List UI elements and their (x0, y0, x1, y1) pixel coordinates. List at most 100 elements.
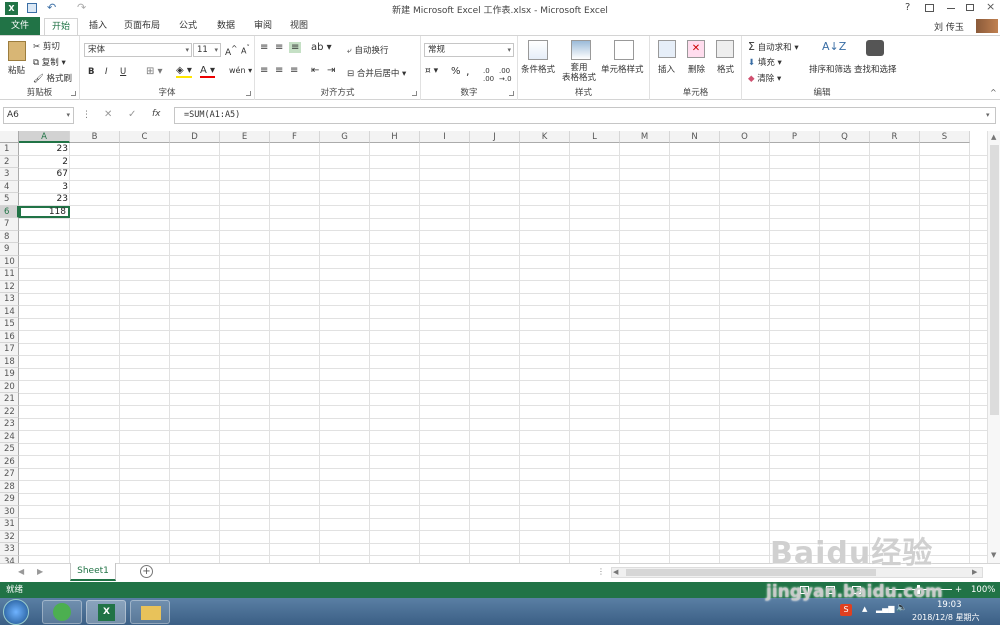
column-header[interactable]: D (170, 131, 220, 143)
font-color-icon[interactable]: A ▾ (200, 65, 216, 78)
column-header[interactable]: M (620, 131, 670, 143)
more-icon[interactable]: ⋮ (82, 110, 91, 120)
row-header[interactable]: 7 (0, 218, 19, 231)
insert-function-icon[interactable]: fx (152, 109, 161, 119)
row-header[interactable]: 14 (0, 305, 19, 318)
add-sheet-button[interactable]: + (140, 565, 153, 578)
column-header[interactable]: J (470, 131, 520, 143)
format-table-icon[interactable] (571, 40, 591, 60)
tab-page-layout[interactable]: 页面布局 (122, 19, 162, 35)
cell-a2[interactable]: 2 (19, 156, 70, 169)
tab-view[interactable]: 视图 (286, 19, 312, 35)
comma-button[interactable]: , (466, 65, 470, 78)
tab-split-icon[interactable]: ⋮ (597, 567, 605, 576)
find-select-button[interactable]: 查找和选择 (854, 63, 897, 75)
orientation-icon[interactable]: ab ▾ (311, 42, 332, 53)
column-header[interactable]: A (19, 131, 70, 143)
enter-icon[interactable]: ✓ (128, 109, 136, 120)
taskbar-explorer-icon[interactable] (130, 600, 170, 624)
row-header[interactable]: 2 (0, 155, 19, 168)
row-header[interactable]: 9 (0, 243, 19, 256)
row-header[interactable]: 25 (0, 443, 19, 456)
row-header[interactable]: 26 (0, 455, 19, 468)
row-header[interactable]: 29 (0, 493, 19, 506)
cell-a1[interactable]: 23 (19, 143, 70, 156)
italic-button[interactable]: I (105, 67, 108, 77)
conditional-format-icon[interactable] (528, 40, 548, 60)
paste-icon[interactable] (8, 41, 26, 61)
decrease-decimal-icon[interactable]: .00 →.0 (499, 67, 512, 83)
zoom-level[interactable]: 100% (971, 582, 995, 598)
clock-date[interactable]: 2018/12/8 星期六 (912, 612, 980, 623)
collapse-ribbon-icon[interactable]: ^ (990, 88, 997, 97)
chevron-down-icon[interactable]: ▾ (66, 108, 70, 123)
row-header[interactable]: 24 (0, 430, 19, 443)
row-header[interactable]: 11 (0, 268, 19, 281)
format-painter-button[interactable]: 🖌 格式刷 (33, 72, 72, 84)
tray-expand-icon[interactable]: ▲ (862, 605, 867, 613)
row-header[interactable]: 22 (0, 405, 19, 418)
row-header[interactable]: 18 (0, 355, 19, 368)
merge-center-button[interactable]: ⊟ 合并后居中 ▾ (347, 67, 406, 79)
dialog-launcher-icon[interactable] (412, 91, 417, 96)
row-header[interactable]: 4 (0, 180, 19, 193)
formula-input[interactable]: =SUM(A1:A5) (174, 107, 996, 124)
worksheet-grid[interactable]: ABCDEFGHIJKLMNOPQRS 1 2 3 4 5 6 7 8 9 10 11 12 13 14 1… (0, 131, 987, 563)
network-icon[interactable]: ▂▄▆ (876, 604, 894, 613)
cell-a5[interactable]: 23 (19, 193, 70, 206)
underline-button[interactable]: U (120, 67, 126, 77)
currency-icon[interactable]: ¤ ▾ (425, 66, 438, 76)
column-header[interactable]: Q (820, 131, 870, 143)
copy-button[interactable]: ⧉ 复制 ▾ (33, 56, 66, 68)
row-header[interactable]: 27 (0, 468, 19, 481)
name-box[interactable]: A6 ▾ (3, 107, 74, 124)
align-top-icon[interactable]: ≡ (260, 42, 268, 53)
tray-sogou-icon[interactable]: S (840, 604, 852, 616)
scroll-down-icon[interactable]: ▼ (991, 551, 996, 559)
cell-styles-icon[interactable] (614, 40, 634, 60)
column-header[interactable]: P (770, 131, 820, 143)
row-header[interactable]: 10 (0, 255, 19, 268)
hscroll-right-icon[interactable]: ▶ (972, 568, 977, 576)
font-size-select[interactable]: 11 ▾ (193, 43, 221, 57)
row-header[interactable]: 33 (0, 543, 19, 556)
increase-decimal-icon[interactable]: .0.00 (483, 67, 494, 83)
bold-button[interactable]: B (88, 67, 94, 77)
align-middle-icon[interactable]: ≡ (275, 42, 283, 53)
percent-button[interactable]: % (451, 66, 461, 77)
sort-filter-icon[interactable]: A↓Z (822, 40, 846, 53)
scroll-up-icon[interactable]: ▲ (991, 133, 996, 141)
format-cells-icon[interactable] (716, 40, 734, 58)
insert-cells-icon[interactable] (658, 40, 676, 58)
tab-file[interactable]: 文件 (0, 17, 40, 35)
row-header[interactable]: 12 (0, 280, 19, 293)
row-header[interactable]: 17 (0, 343, 19, 356)
dialog-launcher-icon[interactable] (509, 91, 514, 96)
fill-color-icon[interactable]: ◈ ▾ (176, 65, 192, 78)
row-header[interactable]: 3 (0, 168, 19, 181)
row-header[interactable]: 8 (0, 230, 19, 243)
tab-formulas[interactable]: 公式 (175, 19, 201, 35)
border-icon[interactable]: ⊞ ▾ (146, 66, 163, 77)
column-header[interactable]: C (120, 131, 170, 143)
column-header[interactable]: E (220, 131, 270, 143)
cell-styles-button[interactable]: 单元格样式 (601, 63, 644, 75)
row-header[interactable]: 23 (0, 418, 19, 431)
row-header[interactable]: 13 (0, 293, 19, 306)
conditional-format-button[interactable]: 条件格式 (521, 63, 555, 75)
column-header[interactable]: N (670, 131, 720, 143)
align-right-icon[interactable]: ≡ (290, 65, 298, 76)
clear-button[interactable]: ◆ 清除 ▾ (748, 72, 781, 84)
row-header[interactable]: 32 (0, 530, 19, 543)
autosum-button[interactable]: Σ 自动求和 ▾ (748, 40, 799, 53)
sheet-tab-sheet1[interactable]: Sheet1 (70, 563, 116, 581)
insert-button[interactable]: 插入 (658, 63, 675, 75)
format-button[interactable]: 格式 (717, 63, 734, 75)
tab-data[interactable]: 数据 (213, 19, 239, 35)
fill-button[interactable]: ⬇ 填充 ▾ (748, 56, 782, 68)
font-name-select[interactable]: 宋体 ▾ (84, 43, 192, 57)
help-icon[interactable]: ? (905, 2, 910, 13)
vertical-scrollbar[interactable]: ▲ ▼ (987, 131, 1000, 563)
close-icon[interactable]: × (986, 0, 995, 13)
row-header[interactable]: 1 (0, 143, 19, 156)
